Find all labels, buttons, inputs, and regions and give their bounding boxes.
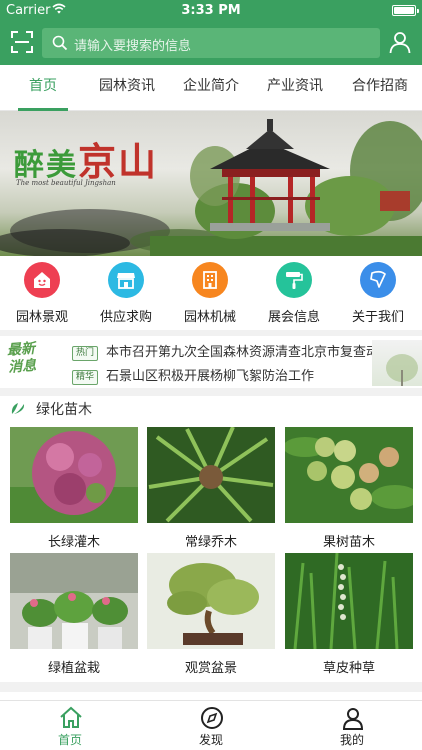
featured-badge: 精华 [72, 370, 98, 385]
product-potted-greens[interactable]: 绿植盆栽 [10, 553, 138, 676]
bottom-nav: 首页 发现 我的 [0, 700, 422, 750]
tab-company-intro[interactable]: 企业简介 [176, 65, 246, 111]
category-shortcuts: 园林景观 供应求购 园林机械 展会信息 关于我们 [0, 258, 422, 338]
banner-subtitle: The most beautiful Jingshan [16, 179, 116, 187]
product-label: 常绿乔木 [184, 535, 237, 550]
battery-icon [392, 5, 419, 16]
nav-label: 发现 [198, 733, 223, 747]
tab-garden-news[interactable]: 园林资讯 [92, 65, 162, 111]
divider [0, 388, 422, 396]
product-ornamental-bonsai[interactable]: 观赏盆景 [147, 553, 275, 676]
map-pin-icon [360, 262, 396, 298]
divider [0, 682, 422, 692]
news-thumbnail [372, 340, 422, 386]
tab-home[interactable]: 首页 [18, 65, 68, 111]
news-ticker: 最新 消息 热门 本市召开第九次全国森林资源清查北京市复查动员会 精华 石景山区积极… [0, 338, 422, 388]
shortcut-garden-landscape[interactable]: 园林景观 [0, 262, 84, 325]
hot-badge: 热门 [72, 346, 98, 361]
nav-label: 首页 [57, 733, 82, 747]
shortcut-garden-machinery[interactable]: 园林机械 [168, 262, 252, 325]
shortcut-exhibition-info[interactable]: 展会信息 [252, 262, 336, 325]
product-fruit-seedlings[interactable]: 果树苗木 [285, 427, 413, 550]
scan-icon[interactable] [10, 30, 34, 54]
shortcut-label: 供应求购 [99, 310, 152, 325]
nav-home[interactable]: 首页 [0, 701, 140, 750]
app-header: Carrier 3:33 PM 请输入要搜索的信息 [0, 0, 422, 65]
user-icon [342, 708, 364, 730]
product-image [10, 553, 138, 649]
shortcut-supply-demand[interactable]: 供应求购 [84, 262, 168, 325]
banner-title: 醉美京山 [14, 139, 159, 184]
shortcut-label: 园林景观 [15, 310, 68, 325]
product-label: 草皮种草 [322, 661, 375, 676]
product-label: 长绿灌木 [47, 535, 100, 550]
search-input[interactable]: 请输入要搜索的信息 [42, 28, 380, 58]
promo-banner[interactable]: 醉美京山 The most beautiful Jingshan [0, 111, 422, 256]
product-image [10, 427, 138, 523]
product-label: 绿植盆栽 [47, 661, 100, 676]
shortcut-label: 展会信息 [267, 310, 320, 325]
news-item[interactable]: 精华 石景山区积极开展杨柳飞絮防治工作 [72, 365, 314, 385]
smiley-house-icon [24, 262, 60, 298]
leaf-icon [11, 403, 25, 414]
building-icon [192, 262, 228, 298]
profile-icon[interactable] [388, 30, 412, 54]
nav-mine[interactable]: 我的 [282, 701, 422, 750]
section-header: 绿化苗木 [0, 396, 422, 422]
tab-investment[interactable]: 合作招商 [344, 65, 416, 111]
paint-roller-icon [276, 262, 312, 298]
product-image [147, 427, 275, 523]
category-tabs: 首页 园林资讯 企业简介 产业资讯 合作招商 [0, 65, 422, 111]
shortcut-label: 关于我们 [351, 310, 404, 325]
shortcut-about-us[interactable]: 关于我们 [336, 262, 420, 325]
store-icon [108, 262, 144, 298]
search-placeholder: 请输入要搜索的信息 [74, 39, 192, 54]
product-image [285, 427, 413, 523]
product-image [285, 553, 413, 649]
news-text: 本市召开第九次全国森林资源清查北京市复查动员会 [106, 345, 406, 360]
home-icon [60, 706, 82, 728]
product-evergreen-trees[interactable]: 常绿乔木 [147, 427, 275, 550]
product-label: 观赏盆景 [184, 661, 237, 676]
compass-icon [201, 707, 223, 729]
news-brand: 最新 消息 [6, 340, 37, 376]
product-evergreen-shrubs[interactable]: 长绿灌木 [10, 427, 138, 550]
divider [0, 330, 422, 336]
status-bar: Carrier 3:33 PM [0, 0, 422, 20]
tab-industry-news[interactable]: 产业资讯 [260, 65, 330, 111]
section-title: 绿化苗木 [36, 402, 92, 418]
shortcut-label: 园林机械 [183, 310, 236, 325]
nav-label: 我的 [339, 733, 364, 747]
clock: 3:33 PM [181, 3, 241, 18]
news-item[interactable]: 热门 本市召开第九次全国森林资源清查北京市复查动员会 [72, 341, 405, 361]
nav-discover[interactable]: 发现 [141, 701, 281, 750]
product-label: 果树苗木 [322, 535, 375, 550]
product-image [147, 553, 275, 649]
product-turf-grass[interactable]: 草皮种草 [285, 553, 413, 676]
search-icon [52, 35, 68, 51]
news-text: 石景山区积极开展杨柳飞絮防治工作 [106, 369, 315, 384]
